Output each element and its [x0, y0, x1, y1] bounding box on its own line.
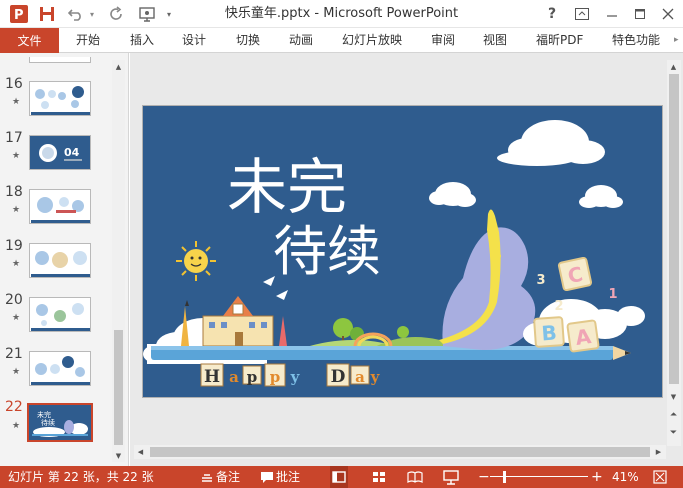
- animation-star-icon: ★: [12, 97, 21, 107]
- undo-dropdown-icon[interactable]: ▾: [86, 0, 98, 28]
- powerpoint-logo-icon[interactable]: P: [6, 0, 32, 28]
- day-letter-a: a: [355, 368, 365, 386]
- thumbnail-slide-21[interactable]: [29, 351, 91, 386]
- day-letter-d: D: [331, 367, 346, 387]
- scroll-right-icon[interactable]: ▶: [652, 445, 665, 458]
- normal-view-icon[interactable]: [330, 466, 348, 488]
- close-icon[interactable]: [656, 0, 680, 28]
- zoom-out-button[interactable]: −: [478, 466, 490, 488]
- happy-letter-h: H: [204, 367, 220, 387]
- comments-icon[interactable]: [260, 466, 276, 488]
- tab-foxit-pdf[interactable]: 福昕PDF: [536, 28, 583, 53]
- customize-toolbar-icon[interactable]: ▾: [162, 0, 176, 28]
- scroll-down-icon[interactable]: ▼: [112, 449, 125, 462]
- thumbnail-number: 18: [5, 184, 23, 200]
- happy-letter-p2: p: [270, 368, 281, 386]
- tab-design[interactable]: 设计: [182, 28, 206, 53]
- help-icon[interactable]: ?: [540, 0, 564, 28]
- thumbnail-17-text: 04: [64, 146, 80, 159]
- scroll-thumb[interactable]: [114, 330, 123, 445]
- next-slide-icon[interactable]: ⏷: [667, 426, 680, 439]
- scroll-up-icon[interactable]: ▲: [667, 60, 680, 73]
- slideshow-view-icon[interactable]: [442, 466, 460, 488]
- title-bar: P ▾ ▾ 快乐童年.pptx - Microsoft PowerPoint ?: [0, 0, 683, 28]
- thumbnail-number: 21: [5, 346, 23, 362]
- scroll-thumb[interactable]: [150, 447, 650, 457]
- svg-text:未完: 未完: [37, 410, 51, 419]
- happy-letter-p1: p: [247, 368, 258, 386]
- ribbon-scroll-icon[interactable]: ▸: [674, 28, 679, 53]
- thumbnail-number-selected: 22: [5, 399, 23, 415]
- reading-view-icon[interactable]: [406, 466, 424, 488]
- svg-text:P: P: [14, 8, 24, 23]
- scroll-thumb[interactable]: [669, 74, 679, 384]
- editor-horizontal-scrollbar[interactable]: ◀ ▶: [134, 445, 666, 459]
- tab-review[interactable]: 审阅: [431, 28, 455, 53]
- thumbnail-slide-16[interactable]: [29, 81, 91, 116]
- thumbnail-15-partial[interactable]: [29, 57, 91, 63]
- number-1: 1: [608, 287, 617, 302]
- comments-button[interactable]: 批注: [276, 466, 300, 488]
- animation-star-icon: ★: [12, 151, 21, 161]
- ribbon-tabs: 文件 开始 插入 设计 切换 动画 幻灯片放映 审阅 视图 福昕PDF 特色功能…: [0, 28, 683, 53]
- animation-star-icon: ★: [12, 313, 21, 323]
- status-bar: 幻灯片 第 22 张，共 22 张 备注 批注 − + 41%: [0, 466, 683, 488]
- notes-icon[interactable]: [200, 466, 216, 488]
- current-slide[interactable]: C A B 3 1 2 未完 待续 H a p p y D a y: [142, 105, 663, 398]
- block-letter-b: B: [541, 320, 558, 345]
- number-2: 2: [554, 299, 563, 314]
- scroll-left-icon[interactable]: ◀: [134, 445, 147, 458]
- scroll-down-icon[interactable]: ▼: [667, 390, 680, 403]
- tab-transitions[interactable]: 切换: [236, 28, 260, 53]
- thumbnail-slide-22-selected[interactable]: 未完 待续: [27, 403, 93, 442]
- thumbnail-number: 19: [5, 238, 23, 254]
- slide-title-line2: 待续: [273, 220, 381, 283]
- tab-file[interactable]: 文件: [0, 28, 59, 53]
- redo-icon[interactable]: [106, 0, 126, 28]
- happy-letter-a: a: [229, 368, 239, 386]
- thumbnail-scrollbar[interactable]: ▲ ▼: [112, 60, 125, 462]
- previous-slide-icon[interactable]: ⏶: [667, 408, 680, 421]
- tab-slideshow[interactable]: 幻灯片放映: [342, 28, 402, 53]
- zoom-level[interactable]: 41%: [612, 466, 639, 488]
- notes-button[interactable]: 备注: [216, 466, 240, 488]
- thumbnail-number: 20: [5, 292, 23, 308]
- zoom-slider-thumb[interactable]: [503, 471, 506, 483]
- thumbnail-slide-19[interactable]: [29, 243, 91, 278]
- zoom-in-button[interactable]: +: [591, 466, 603, 488]
- tab-view[interactable]: 视图: [483, 28, 507, 53]
- scroll-up-icon[interactable]: ▲: [112, 60, 125, 73]
- thumbnail-slide-20[interactable]: [29, 297, 91, 332]
- slide-count: 幻灯片 第 22 张，共 22 张: [8, 470, 154, 484]
- animation-star-icon: ★: [12, 367, 21, 377]
- svg-text:待续: 待续: [41, 418, 55, 427]
- thumbnail-number: 16: [5, 76, 23, 92]
- thumbnail-slide-17[interactable]: 04: [29, 135, 91, 170]
- happy-letter-y: y: [290, 368, 301, 386]
- start-from-beginning-icon[interactable]: [136, 0, 158, 28]
- fit-to-window-icon[interactable]: [652, 466, 672, 488]
- maximize-icon[interactable]: [628, 0, 652, 28]
- tab-home[interactable]: 开始: [76, 28, 100, 53]
- animation-star-icon: ★: [12, 259, 21, 269]
- slide-sorter-icon[interactable]: [370, 466, 388, 488]
- tab-special-features[interactable]: 特色功能: [612, 28, 660, 53]
- tab-animations[interactable]: 动画: [289, 28, 313, 53]
- tab-insert[interactable]: 插入: [130, 28, 154, 53]
- day-letter-y: y: [370, 368, 381, 386]
- save-icon[interactable]: [36, 0, 58, 28]
- ribbon-display-options-icon[interactable]: [570, 0, 594, 28]
- slide-title-line1: 未完: [227, 153, 347, 223]
- thumbnail-slide-18[interactable]: [29, 189, 91, 224]
- animation-star-icon: ★: [12, 205, 21, 215]
- slide-editor: C A B 3 1 2 未完 待续 H a p p y D a y ▲ ▼ ⏶ …: [130, 53, 683, 466]
- animation-star-icon: ★: [12, 421, 21, 431]
- thumbnail-number: 17: [5, 130, 23, 146]
- minimize-icon[interactable]: [600, 0, 624, 28]
- undo-icon[interactable]: [66, 0, 86, 28]
- editor-vertical-scrollbar[interactable]: ▲ ▼ ⏶ ⏷: [667, 60, 681, 446]
- number-3: 3: [536, 273, 545, 288]
- slide-thumbnail-pane: 16 ★ 17 ★ 04 18 ★ 19 ★ 20 ★ 21 ★ 22 ★ 未完…: [0, 53, 129, 466]
